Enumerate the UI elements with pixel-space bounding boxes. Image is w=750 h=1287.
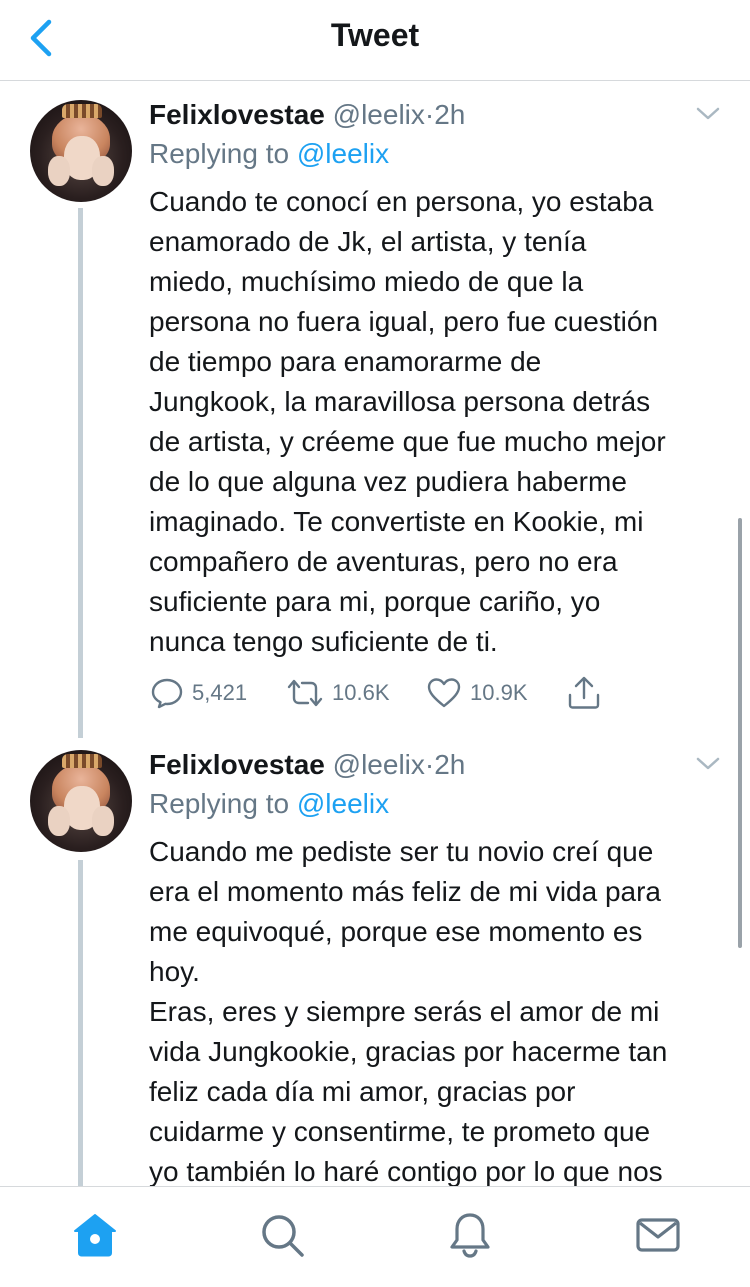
tweet-text: Cuando te conocí en persona, yo estaba e… bbox=[149, 182, 739, 662]
tweet-actions: 5,421 10.6K 10.9K bbox=[150, 673, 620, 713]
tweet-line: persona no fuera igual, pero fue cuestió… bbox=[149, 306, 659, 337]
tweet-line: cuidarme y consentirme, te prometo que bbox=[149, 1116, 651, 1147]
share-button[interactable] bbox=[566, 673, 602, 713]
tweet-line: compañero de aventuras, pero no era bbox=[149, 546, 618, 577]
separator-dot: · bbox=[424, 99, 435, 130]
handle[interactable]: @leelix bbox=[333, 749, 425, 780]
avatar[interactable] bbox=[30, 100, 132, 202]
tweet-line: suficiente para mi, porque cariño, yo bbox=[149, 586, 601, 617]
heart-icon bbox=[427, 678, 461, 708]
handle[interactable]: @leelix bbox=[333, 99, 425, 130]
tweet-line: nunca tengo suficiente de ti. bbox=[149, 626, 498, 657]
replying-handle[interactable]: @leelix bbox=[297, 788, 389, 819]
replying-prefix: Replying to bbox=[149, 138, 290, 169]
tweet-line: feliz cada día mi amor, gracias por bbox=[149, 1076, 576, 1107]
tweet-line: de lo que alguna vez pudiera haberme bbox=[149, 466, 627, 497]
reply-count: 5,421 bbox=[192, 680, 248, 705]
timestamp: 2h bbox=[434, 749, 466, 780]
reply-icon bbox=[151, 678, 183, 709]
tweet-line: de tiempo para enamorarme de bbox=[149, 346, 542, 377]
replying-handle[interactable]: @leelix bbox=[297, 138, 389, 169]
tweet-line: Jungkook, la maravillosa persona detrás bbox=[149, 386, 651, 417]
tweet-line: vida Jungkookie, gracias por hacerme tan bbox=[149, 1036, 668, 1067]
tweet-line: Cuando me pediste ser tu novio creí que bbox=[149, 836, 654, 867]
like-button[interactable]: 10.9K bbox=[426, 673, 528, 713]
tweet-line: me equivoqué, porque ese momento es bbox=[149, 916, 643, 947]
avatar[interactable] bbox=[30, 750, 132, 852]
bottom-tab-bar bbox=[0, 1186, 750, 1287]
tweet-line: imaginado. Te convertiste en Kookie, mi bbox=[149, 506, 644, 537]
retweet-button[interactable]: 10.6K bbox=[286, 673, 390, 713]
chevron-down-icon[interactable] bbox=[694, 104, 722, 124]
timestamp: 2h bbox=[434, 99, 466, 130]
search-icon[interactable] bbox=[258, 1211, 306, 1259]
chevron-down-icon[interactable] bbox=[694, 754, 722, 774]
retweet-icon bbox=[287, 679, 323, 707]
thread-line bbox=[78, 208, 83, 738]
display-name[interactable]: Felixlovestae bbox=[149, 99, 325, 130]
like-count: 10.9K bbox=[470, 680, 528, 705]
tweet-line: enamorado de Jk, el artista, y tenía bbox=[149, 226, 587, 257]
replying-to: Replying to @leelix bbox=[149, 786, 389, 822]
share-icon bbox=[568, 676, 600, 709]
tweet-line: de artista, y créeme que fue mucho mejor bbox=[149, 426, 666, 457]
mail-icon[interactable] bbox=[634, 1211, 682, 1259]
scrollbar[interactable] bbox=[738, 518, 742, 948]
replying-prefix: Replying to bbox=[149, 788, 290, 819]
page-title: Tweet bbox=[330, 17, 420, 53]
tweet-line: Cuando te conocí en persona, yo estaba bbox=[149, 186, 654, 217]
replying-to: Replying to @leelix bbox=[149, 136, 389, 172]
tweet-line: era el momento más feliz de mi vida para bbox=[149, 876, 661, 907]
bell-icon[interactable] bbox=[446, 1211, 494, 1259]
thread-line bbox=[78, 860, 83, 1186]
tweet-line: Eras, eres y siempre serás el amor de mi bbox=[149, 996, 660, 1027]
display-name[interactable]: Felixlovestae bbox=[149, 749, 325, 780]
tweet-text: Cuando me pediste ser tu novio creí que … bbox=[149, 832, 739, 1192]
reply-button[interactable]: 5,421 bbox=[150, 673, 247, 713]
home-icon[interactable] bbox=[71, 1211, 119, 1259]
retweet-count: 10.6K bbox=[332, 680, 390, 705]
tweet-line: hoy. bbox=[149, 956, 200, 987]
separator-dot: · bbox=[424, 749, 435, 780]
top-bar: Tweet bbox=[0, 0, 750, 81]
tweet-line: miedo, muchísimo miedo de que la bbox=[149, 266, 584, 297]
